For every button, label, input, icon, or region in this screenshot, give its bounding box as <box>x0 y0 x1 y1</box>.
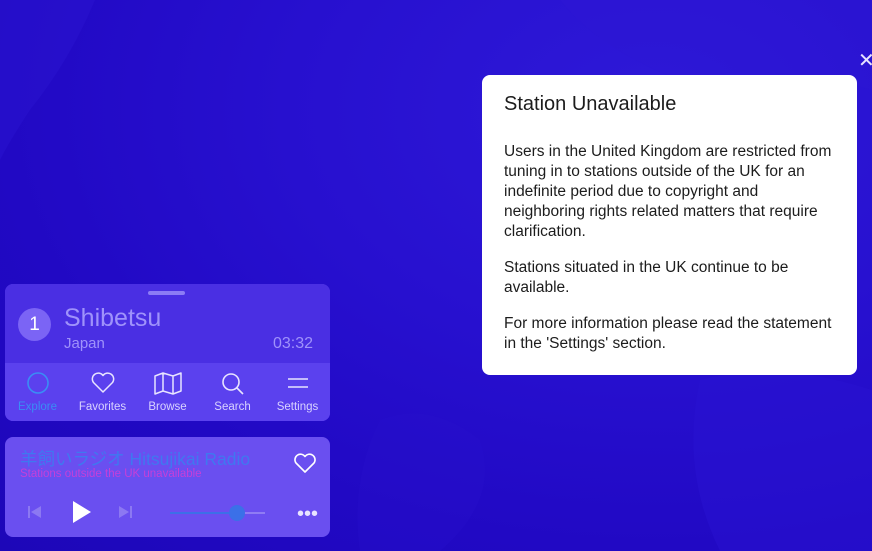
station-country: Japan <box>64 335 105 352</box>
next-icon[interactable] <box>117 504 133 520</box>
local-time: 03:32 <box>273 335 314 352</box>
station-unavailable-dialog: Station Unavailable Users in the United … <box>482 75 857 375</box>
now-playing-status: Stations outside the UK unavailable <box>20 468 202 480</box>
explore-circle-icon <box>26 372 49 394</box>
nav-browse-label: Browse <box>148 401 187 413</box>
map-icon <box>153 372 182 395</box>
more-options-icon[interactable]: ••• <box>297 503 318 526</box>
dialog-title: Station Unavailable <box>504 93 677 115</box>
station-rank-badge: 1 <box>18 308 51 341</box>
search-icon <box>221 373 244 395</box>
dialog-paragraph: For more information please read the sta… <box>504 315 832 352</box>
nav-favorites[interactable]: Favorites <box>70 363 135 421</box>
station-name: Shibetsu <box>64 304 162 332</box>
dialog-paragraph: Stations situated in the UK continue to … <box>504 259 789 296</box>
heart-icon <box>91 372 114 393</box>
menu-lines-icon <box>287 378 308 388</box>
dialog-paragraph: Users in the United Kingdom are restrict… <box>504 143 832 240</box>
volume-knob[interactable] <box>228 505 245 521</box>
previous-icon[interactable] <box>27 504 43 520</box>
nav-search[interactable]: Search <box>200 363 265 421</box>
now-playing-panel: 羊飼いラジオ Hitsujikai Radio Stations outside… <box>5 437 330 537</box>
nav-settings[interactable]: Settings <box>265 363 330 421</box>
favorite-heart-icon[interactable] <box>293 452 317 474</box>
volume-slider[interactable] <box>170 505 265 521</box>
nav-browse[interactable]: Browse <box>135 363 200 421</box>
nav-explore-label: Explore <box>18 401 57 413</box>
nav-settings-label: Settings <box>276 401 319 413</box>
nav-search-label: Search <box>214 401 251 413</box>
drag-handle[interactable] <box>148 291 185 295</box>
nav-explore[interactable]: Explore <box>5 363 70 421</box>
player-panel: 1 Shibetsu Japan 03:32 Explore Favorites… <box>5 284 330 421</box>
close-icon[interactable]: ✕ <box>858 51 872 71</box>
bottom-nav: Explore Favorites Browse Search Settings <box>5 363 330 421</box>
play-icon[interactable] <box>71 499 93 525</box>
volume-fill <box>170 512 237 514</box>
nav-favorites-label: Favorites <box>78 401 127 413</box>
